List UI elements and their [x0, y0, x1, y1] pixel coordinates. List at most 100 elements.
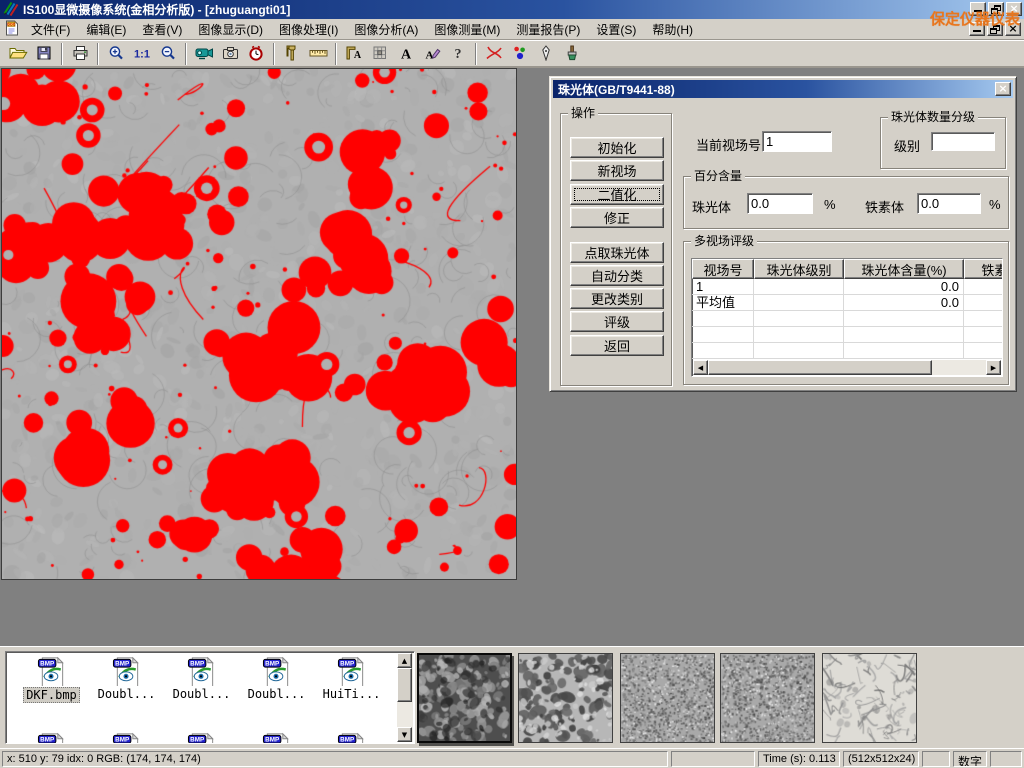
- file-browser: ▲ ▼ BMPDKF.bmpBMPDoubl...BMPDoubl...BMPD…: [5, 651, 415, 744]
- table-cell: [844, 327, 964, 342]
- auto-classify-button[interactable]: 自动分类: [570, 265, 664, 286]
- dialog-title-bar[interactable]: 珠光体(GB/T9441-88) ×: [553, 80, 1013, 98]
- bmp-file-icon: BMP: [315, 731, 388, 744]
- thumbnail-image[interactable]: [417, 653, 512, 743]
- scrollbar-thumb[interactable]: [708, 360, 932, 375]
- zoom-in-button[interactable]: [103, 42, 129, 66]
- file-item[interactable]: BMPHuiTi...: [315, 655, 388, 701]
- measure-annotate-button[interactable]: A: [341, 42, 367, 66]
- capture-camera-button[interactable]: [217, 42, 243, 66]
- help-button[interactable]: ?: [445, 42, 471, 66]
- status-blank-panel: [671, 751, 755, 767]
- menu-item-image-analysis[interactable]: 图像分析(A): [346, 18, 426, 41]
- scrollbar-track[interactable]: [932, 360, 986, 375]
- column-header[interactable]: 珠光体含量(%): [844, 259, 964, 279]
- svg-text:?: ?: [455, 47, 462, 61]
- file-item[interactable]: BMPDKF.bmp: [15, 655, 88, 703]
- current-field-input[interactable]: [762, 131, 832, 152]
- menu-item-file[interactable]: 文件(F): [23, 18, 78, 41]
- ferrite-percent-input[interactable]: [917, 193, 981, 214]
- table-row[interactable]: 10.0: [692, 279, 1002, 295]
- timer-clock-button[interactable]: [243, 42, 269, 66]
- pick-pearlite-button[interactable]: 点取珠光体: [570, 242, 664, 263]
- menu-item-edit[interactable]: 编辑(E): [78, 18, 134, 41]
- open-folder-button[interactable]: [5, 42, 31, 66]
- column-header[interactable]: 铁素体含量(%): [964, 259, 1003, 279]
- color-classify-button[interactable]: [507, 42, 533, 66]
- ruler-button[interactable]: [305, 42, 331, 66]
- dialog-close-button[interactable]: ×: [995, 82, 1011, 96]
- thumbnail-image[interactable]: [822, 653, 917, 743]
- new-field-button[interactable]: 新视场: [570, 160, 664, 181]
- brush-tool-button[interactable]: [559, 42, 585, 66]
- close-button[interactable]: ×: [1006, 2, 1022, 16]
- file-item[interactable]: BMP: [15, 731, 88, 744]
- caliper-button[interactable]: [279, 42, 305, 66]
- thumbnail-image[interactable]: [720, 653, 815, 743]
- text-edit-button[interactable]: A: [419, 42, 445, 66]
- table-cell: [692, 311, 754, 326]
- mdi-close-button[interactable]: ×: [1005, 22, 1021, 36]
- time-status: Time (s): 0.113: [758, 751, 840, 767]
- zoom-out-icon: [160, 45, 176, 64]
- help-icon: ?: [452, 45, 464, 64]
- menu-item-measure-report[interactable]: 测量报告(P): [508, 18, 588, 41]
- pearlite-label: 珠光体: [692, 197, 731, 216]
- table-horizontal-scrollbar[interactable]: ◀ ▶: [693, 360, 1001, 375]
- text-a-button[interactable]: A: [393, 42, 419, 66]
- table-row[interactable]: 平均值0.0: [692, 295, 1002, 311]
- menu-item-help[interactable]: 帮助(H): [644, 18, 701, 41]
- file-item[interactable]: BMP: [315, 731, 388, 744]
- save-floppy-button[interactable]: [31, 42, 57, 66]
- menu-item-image-process[interactable]: 图像处理(I): [271, 18, 346, 41]
- file-item[interactable]: BMP: [90, 731, 163, 744]
- actual-size-button[interactable]: 1:1: [129, 42, 155, 66]
- scroll-left-button[interactable]: ◀: [693, 360, 708, 375]
- scroll-up-button[interactable]: ▲: [397, 653, 412, 668]
- file-item[interactable]: BMP: [165, 731, 238, 744]
- scroll-right-button[interactable]: ▶: [986, 360, 1001, 375]
- pen-tool-button[interactable]: [533, 42, 559, 66]
- file-item[interactable]: BMP: [240, 731, 313, 744]
- mdi-restore-button[interactable]: [987, 22, 1003, 36]
- svg-text:BMP: BMP: [190, 736, 204, 743]
- zoom-out-button[interactable]: [155, 42, 181, 66]
- pearlite-percent-input[interactable]: [747, 193, 813, 214]
- file-list-scrollbar[interactable]: ▲ ▼: [397, 653, 413, 742]
- restore-button[interactable]: [988, 2, 1004, 16]
- menu-item-image-measure[interactable]: 图像测量(M): [426, 18, 508, 41]
- grid-align-button[interactable]: [367, 42, 393, 66]
- change-category-button[interactable]: 更改类别: [570, 288, 664, 309]
- scrollbar-thumb[interactable]: [397, 668, 412, 702]
- menu-item-image-display[interactable]: 图像显示(D): [190, 18, 271, 41]
- column-header[interactable]: 珠光体级别: [754, 259, 844, 279]
- menu-item-settings[interactable]: 设置(S): [588, 18, 644, 41]
- curve-tool-button[interactable]: [481, 42, 507, 66]
- correct-button[interactable]: 修正: [570, 207, 664, 228]
- table-row[interactable]: [692, 327, 1002, 343]
- level-input[interactable]: [931, 132, 995, 151]
- thumbnail-image[interactable]: [620, 653, 715, 743]
- table-row[interactable]: [692, 311, 1002, 327]
- mdi-minimize-button[interactable]: [969, 22, 985, 36]
- file-item[interactable]: BMPDoubl...: [240, 655, 313, 701]
- file-item[interactable]: BMPDoubl...: [165, 655, 238, 701]
- rate-button[interactable]: 评级: [570, 311, 664, 332]
- file-item[interactable]: BMPDoubl...: [90, 655, 163, 701]
- binarize-button[interactable]: 二值化: [570, 184, 664, 205]
- minimize-button[interactable]: [970, 2, 986, 16]
- table-cell: [754, 343, 844, 358]
- percent-sign: %: [824, 197, 836, 212]
- column-header[interactable]: 视场号: [692, 259, 754, 279]
- thumbnail-image[interactable]: [518, 653, 613, 743]
- return-button[interactable]: 返回: [570, 335, 664, 356]
- main-image-canvas[interactable]: [1, 68, 517, 580]
- table-row[interactable]: [692, 343, 1002, 359]
- grid-align-icon: [372, 45, 388, 64]
- initialize-button[interactable]: 初始化: [570, 137, 664, 158]
- video-camera-button[interactable]: [191, 42, 217, 66]
- print-button[interactable]: [67, 42, 93, 66]
- svg-text:A: A: [401, 47, 412, 61]
- scroll-down-button[interactable]: ▼: [397, 727, 412, 742]
- menu-item-view[interactable]: 查看(V): [134, 18, 190, 41]
